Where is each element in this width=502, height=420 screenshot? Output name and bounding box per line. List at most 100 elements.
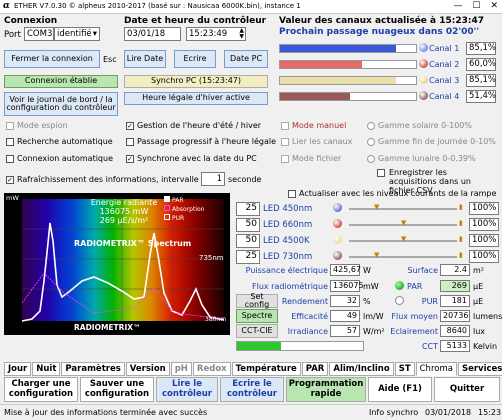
endday-range-radio[interactable]	[367, 137, 375, 146]
write-controller-button[interactable]: Ecrire le contrôleur	[220, 377, 284, 402]
journal-button[interactable]: Voir le journal de bord / la configurati…	[4, 92, 118, 116]
sync-pc-checkbox[interactable]: ✓	[126, 154, 134, 163]
link-channels-option[interactable]: Lier les canaux	[281, 137, 352, 146]
auto-connect-checkbox[interactable]	[6, 154, 14, 163]
tab-par[interactable]: PAR	[301, 362, 329, 376]
winter-time-button[interactable]: Heure légale d'hiver active	[124, 92, 268, 105]
csv-checkbox[interactable]	[377, 169, 385, 177]
read-date-button[interactable]: Lire Date	[124, 50, 166, 68]
dst-checkbox[interactable]: ✓	[126, 121, 134, 130]
tab-bar: Jour Nuit Paramètres Version pH Redox Te…	[4, 362, 502, 376]
esc-label: Esc	[103, 55, 117, 64]
dst-option[interactable]: ✓ Gestion de l'heure d'été / hiver	[126, 121, 261, 130]
par-radio-icon[interactable]	[395, 281, 404, 290]
surface-value[interactable]: 2.4	[440, 264, 470, 276]
progress-fill	[237, 342, 282, 350]
time-input[interactable]: 15:23:49 ▲ ▼	[186, 27, 246, 41]
progressive-option[interactable]: Passage progressif à l'heure légale	[126, 137, 276, 146]
refresh-interval-input[interactable]: 1	[201, 172, 225, 186]
spy-mode-option[interactable]: Mode espion	[6, 121, 68, 130]
refresh-option[interactable]: ✓ Rafraîchissement des informations, inte…	[6, 175, 211, 184]
update-levels-checkbox[interactable]	[288, 189, 296, 198]
spy-mode-checkbox[interactable]	[6, 121, 14, 130]
window-title: ETHER V7.0.30 © alpheus 2010-2017 (basé …	[14, 2, 301, 10]
led-3-pct[interactable]: 100%	[469, 234, 499, 247]
tab-parametres[interactable]: Paramètres	[61, 362, 125, 376]
sync-pc-option[interactable]: ✓ Synchrone avec la date du PC	[126, 154, 257, 163]
spin-icon[interactable]: ▲ ▼	[239, 28, 244, 40]
progress-bar	[236, 341, 364, 351]
lunar-range-radio[interactable]	[367, 154, 375, 163]
auto-search-checkbox[interactable]	[6, 137, 14, 146]
led-2-pct[interactable]: 100%	[469, 218, 499, 231]
manual-mode-checkbox[interactable]	[281, 121, 289, 130]
refresh-checkbox[interactable]: ✓	[6, 175, 14, 184]
legend-absorption: Absorption	[164, 204, 204, 214]
manual-mode-option[interactable]: Mode manuel	[281, 121, 346, 130]
spectre-button[interactable]: Spectre	[236, 309, 278, 323]
led-4-value[interactable]: 25	[236, 250, 260, 264]
slider-max-icon: ▮	[459, 251, 463, 259]
status-date: 03/01/2018	[425, 408, 472, 417]
slider-thumb-icon[interactable]: ▼	[374, 251, 379, 259]
tab-st[interactable]: ST	[394, 362, 415, 376]
channel-1-bar	[279, 44, 417, 53]
tab-ph[interactable]: pH	[170, 362, 192, 376]
endday-range-option[interactable]: Gamme fin de journée 0-10%	[367, 137, 496, 146]
port-input[interactable]: COM3	[24, 27, 54, 41]
port-select-value: identifié	[57, 29, 92, 39]
led-2-value[interactable]: 50	[236, 218, 260, 232]
led-1-pct[interactable]: 100%	[469, 202, 499, 215]
sync-info: Info synchro	[369, 408, 419, 417]
maximize-icon[interactable]: ☐	[472, 1, 480, 11]
quit-button[interactable]: Quitter	[434, 377, 500, 402]
port-select[interactable]: identifié ▾	[54, 27, 100, 41]
efficacy-value: 49	[330, 310, 360, 322]
led-1-value[interactable]: 25	[236, 202, 260, 216]
quick-program-button[interactable]: Programmation rapide	[286, 377, 366, 402]
solar-range-option[interactable]: Gamme solaire 0-100%	[367, 121, 472, 130]
tab-jour[interactable]: Jour	[4, 362, 32, 376]
led-4-name: LED 730nm	[263, 252, 313, 262]
date-input[interactable]: 03/01/18	[124, 27, 181, 41]
help-button[interactable]: Aide (F1)	[368, 377, 432, 402]
slider-thumb-icon[interactable]: ▼	[401, 235, 406, 243]
progressive-checkbox[interactable]	[126, 137, 134, 146]
pc-date-button[interactable]: Date PC	[224, 50, 268, 68]
tab-chroma[interactable]: Chroma	[415, 362, 457, 376]
update-levels-option[interactable]: Actualiser avec les niveaux courants de …	[288, 189, 496, 198]
led-4-slider[interactable]	[349, 256, 457, 258]
slider-thumb-icon[interactable]: ▼	[374, 203, 379, 211]
tab-services[interactable]: Services	[457, 362, 502, 376]
tab-redox[interactable]: Redox	[192, 362, 231, 376]
file-mode-option[interactable]: Mode fichier	[281, 154, 341, 163]
channel-row: Canal 1 85,1%	[279, 41, 501, 57]
close-connection-button[interactable]: Fermer la connexion	[4, 50, 100, 68]
sync-pc-button[interactable]: Synchro PC (15:23:47)	[124, 75, 268, 88]
link-channels-checkbox[interactable]	[281, 137, 289, 146]
minimize-icon[interactable]: —	[453, 1, 462, 11]
nm735-label: 735nm	[199, 254, 224, 262]
solar-range-label: Gamme solaire 0-100%	[378, 121, 472, 130]
set-config-button[interactable]: Set config	[236, 292, 278, 309]
tab-alim[interactable]: Alim/Inclino	[329, 362, 394, 376]
tab-nuit[interactable]: Nuit	[32, 362, 61, 376]
write-date-button[interactable]: Ecrire	[174, 50, 216, 68]
tab-temperature[interactable]: Température	[231, 362, 301, 376]
auto-connect-option[interactable]: Connexion automatique	[6, 154, 113, 163]
file-mode-checkbox[interactable]	[281, 154, 289, 163]
slider-thumb-icon[interactable]: ▼	[401, 219, 406, 227]
read-controller-button[interactable]: Lire le contrôleur	[156, 377, 218, 402]
save-config-button[interactable]: Sauver une configuration	[80, 377, 154, 402]
led-4-pct[interactable]: 100%	[469, 250, 499, 263]
load-config-button[interactable]: Charger une configuration	[4, 377, 78, 402]
led-1-slider[interactable]	[349, 208, 457, 210]
close-icon[interactable]: ✕	[490, 1, 498, 11]
status-time: 15:23	[478, 408, 502, 417]
solar-range-radio[interactable]	[367, 121, 375, 130]
auto-search-option[interactable]: Recherche automatique	[6, 137, 113, 146]
led-3-value[interactable]: 50	[236, 234, 260, 248]
cct-cie-button[interactable]: CCT-CIE	[236, 324, 278, 338]
lunar-range-option[interactable]: Gamme lunaire 0-0.39%	[367, 154, 476, 163]
tab-version[interactable]: Version	[125, 362, 170, 376]
